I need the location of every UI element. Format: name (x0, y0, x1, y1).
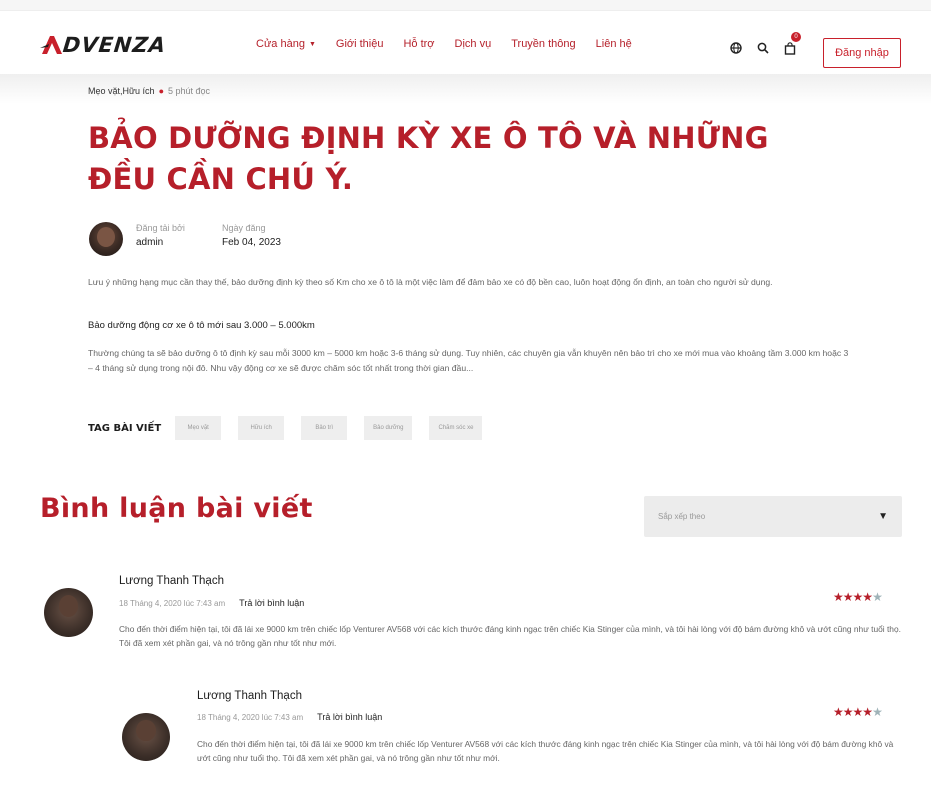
reply-link[interactable]: Trả lời bình luận (239, 598, 304, 608)
nav-item-label: Giới thiệu (335, 38, 384, 50)
search-icon[interactable] (756, 41, 770, 55)
read-time: 5 phút đọc (168, 86, 211, 96)
star-filled-icon: ★ (852, 705, 864, 719)
tags-label: TAG BÀI VIẾT (88, 422, 162, 434)
site-header: DVENZA Cửa hàng ▼ Giới thiệu Hỗ trợ Dịch… (0, 10, 931, 74)
star-filled-icon: ★ (862, 705, 873, 719)
logo-text: DVENZA (61, 33, 168, 57)
breadcrumb: Mẹo vặt,Hữu ích ● 5 phút đọc (88, 86, 210, 96)
publish-date: Feb 04, 2023 (222, 237, 281, 248)
rating-stars: ★★★★★ (833, 590, 883, 604)
comment-date: 18 Tháng 4, 2020 lúc 7:43 am (197, 712, 304, 722)
date-meta: Ngày đăng Feb 04, 2023 (222, 223, 281, 248)
commenter-name: Lương Thanh Thạch (119, 575, 224, 587)
nav-item-store[interactable]: Cửa hàng ▼ (256, 38, 316, 50)
logo-mark-icon (40, 34, 62, 56)
article-title: BẢO DƯỠNG ĐỊNH KỲ XE Ô TÔ VÀ NHỮNG ĐỀU C… (88, 121, 769, 196)
star-filled-icon: ★ (842, 590, 854, 604)
nav-item-label: Dịch vụ (454, 38, 492, 50)
login-button[interactable]: Đăng nhập (823, 38, 901, 68)
star-filled-icon: ★ (862, 590, 873, 604)
sort-select[interactable]: Sắp xếp theo ▼ (644, 496, 902, 537)
star-empty-icon: ★ (872, 590, 883, 604)
date-label: Ngày đăng (222, 223, 266, 233)
nav-item-label: Truyền thông (511, 38, 576, 50)
comment-date: 18 Tháng 4, 2020 lúc 7:43 am (119, 598, 226, 608)
top-strip (0, 0, 931, 10)
rating-stars: ★★★★★ (833, 705, 883, 719)
comment-text: Cho đến thời điểm hiện tại, tôi đã lái x… (119, 624, 901, 648)
nav-item-label: Hỗ trợ (403, 38, 435, 50)
globe-icon[interactable] (729, 41, 743, 55)
nav-item-contact[interactable]: Liên hệ (596, 38, 632, 50)
star-empty-icon: ★ (872, 705, 883, 719)
nav-item-support[interactable]: Hỗ trợ (403, 38, 434, 50)
author-label: Đăng tải bởi (136, 223, 185, 233)
tag-list: TAG BÀI VIẾT Mẹo vặt Hữu ích Bảo trì Bảo… (88, 416, 499, 440)
article-subheading: Bảo dưỡng động cơ xe ô tô mới sau 3.000 … (88, 320, 315, 331)
caret-down-icon: ▼ (878, 511, 888, 522)
tag-chip[interactable]: Hữu ích (238, 416, 285, 440)
star-filled-icon: ★ (852, 590, 864, 604)
commenter-name: Lương Thanh Thạch (197, 690, 302, 702)
comment-meta: 18 Tháng 4, 2020 lúc 7:43 am Trả lời bìn… (197, 712, 382, 722)
logo[interactable]: DVENZA (40, 33, 168, 57)
comment-text: Cho đến thời điểm hiện tại, tôi đã lái x… (197, 739, 894, 763)
star-filled-icon: ★ (833, 705, 844, 719)
comment-meta: 18 Tháng 4, 2020 lúc 7:43 am Trả lời bìn… (119, 598, 304, 608)
star-filled-icon: ★ (842, 705, 854, 719)
tag-chip[interactable]: Mẹo vặt (175, 416, 222, 440)
author-meta: Đăng tải bởi admin (136, 223, 185, 248)
main-nav: Cửa hàng ▼ Giới thiệu Hỗ trợ Dịch vụ Tru… (256, 38, 652, 50)
article-body: Thường chúng ta sẽ bảo dưỡng ô tô định k… (88, 348, 849, 373)
tag-chip[interactable]: Bảo trì (301, 416, 348, 440)
tag-chip[interactable]: Chăm sóc xe (429, 416, 483, 440)
nav-item-label: Liên hệ (595, 38, 632, 50)
sort-placeholder: Sắp xếp theo (658, 512, 706, 521)
nav-item-about[interactable]: Giới thiệu (336, 38, 384, 50)
header-icons: 0 (729, 32, 801, 55)
dot-separator-icon: ● (158, 86, 164, 96)
nav-item-services[interactable]: Dịch vụ (455, 38, 492, 50)
reply-link[interactable]: Trả lời bình luận (317, 712, 382, 722)
nav-item-label: Cửa hàng (256, 38, 305, 50)
article-intro: Lưu ý những hạng mục cần thay thế, bảo d… (88, 277, 773, 287)
tag-chip[interactable]: Bảo dưỡng (364, 416, 413, 440)
comments-title: Bình luận bài viết (40, 493, 313, 524)
nav-item-media[interactable]: Truyền thông (511, 38, 575, 50)
breadcrumb-category[interactable]: Mẹo vặt,Hữu ích (88, 86, 155, 96)
star-filled-icon: ★ (833, 590, 844, 604)
commenter-avatar (44, 588, 93, 637)
chevron-down-icon: ▼ (308, 40, 316, 48)
cart-icon[interactable]: 0 (783, 32, 801, 55)
cart-count-badge: 0 (791, 32, 801, 42)
author-avatar (89, 222, 123, 256)
author-name[interactable]: admin (136, 237, 185, 248)
commenter-avatar (122, 713, 170, 761)
